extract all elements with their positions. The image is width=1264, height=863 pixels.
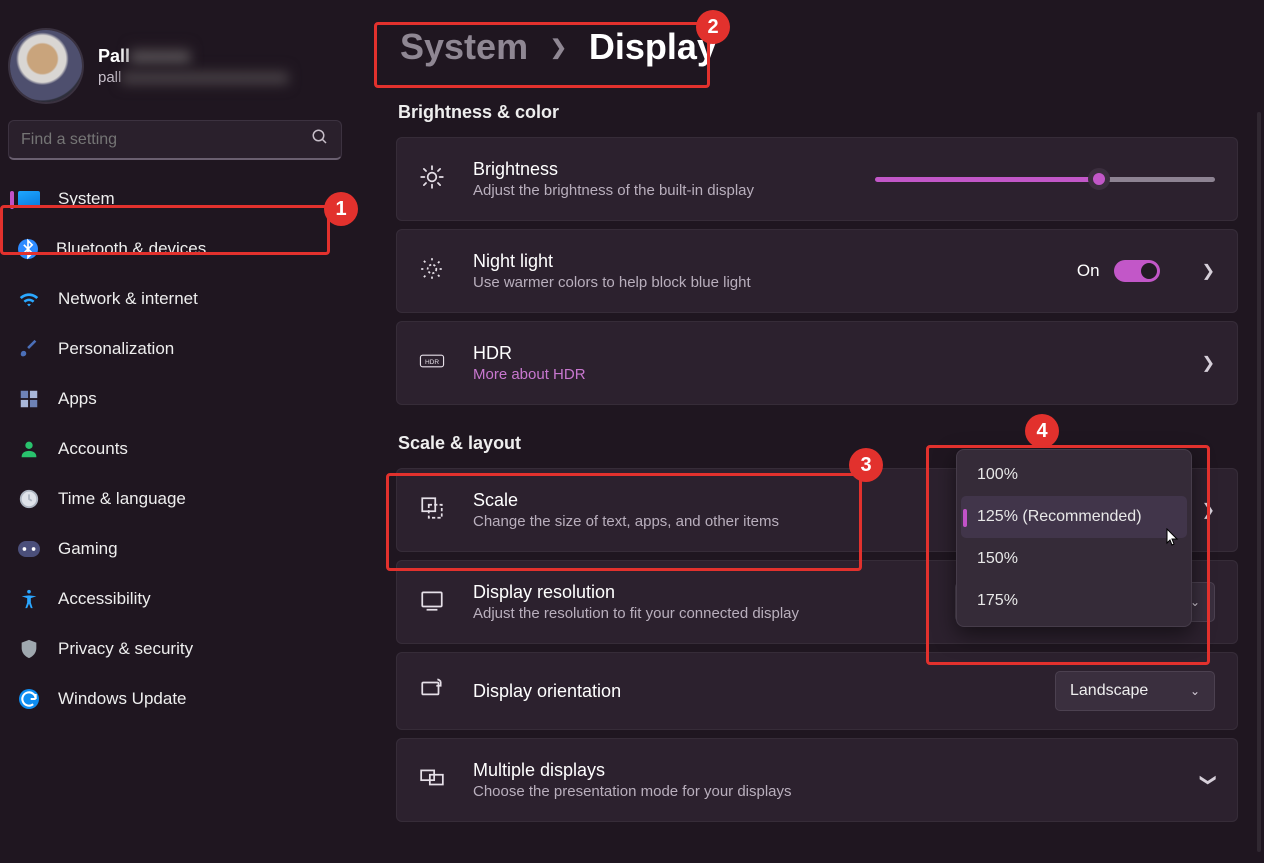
card-title: Multiple displays	[473, 760, 1160, 781]
update-icon	[18, 688, 40, 710]
scale-option-125[interactable]: 125% (Recommended)	[961, 496, 1187, 538]
search-input[interactable]	[8, 120, 342, 160]
person-icon	[18, 438, 40, 460]
section-brightness-color: Brightness & color	[398, 102, 1238, 123]
profile-row[interactable]: Pallaaaaaa pallaaaaaaaaaaaaaaaaaaaa	[8, 20, 348, 110]
card-subtitle: Adjust the brightness of the built-in di…	[473, 182, 847, 199]
main: System ❯ Display Brightness & color Brig…	[356, 0, 1264, 863]
chevron-right-icon[interactable]: ❯	[1202, 353, 1215, 373]
bluetooth-icon	[18, 239, 38, 259]
profile-email: pallaaaaaaaaaaaaaaaaaaaa	[98, 69, 342, 86]
slider-thumb[interactable]	[1088, 168, 1110, 190]
card-title: Display orientation	[473, 681, 1027, 702]
card-title: Night light	[473, 251, 1049, 272]
sidebar: Pallaaaaaa pallaaaaaaaaaaaaaaaaaaaa Syst…	[0, 0, 356, 863]
scrollbar[interactable]	[1257, 112, 1261, 852]
hdr-more-link[interactable]: More about HDR	[473, 366, 1160, 383]
orientation-dropdown[interactable]: Landscape ⌄	[1055, 671, 1215, 711]
sidebar-item-label: Accounts	[58, 439, 128, 459]
sidebar-item-personalization[interactable]: Personalization	[8, 324, 348, 374]
chevron-right-icon[interactable]: ❯	[1202, 261, 1215, 281]
search-icon	[311, 128, 329, 151]
card-orientation[interactable]: Display orientation Landscape ⌄	[396, 652, 1238, 730]
card-brightness[interactable]: Brightness Adjust the brightness of the …	[396, 137, 1238, 221]
scale-option-175[interactable]: 175%	[961, 580, 1187, 622]
card-title: Display resolution	[473, 582, 927, 603]
card-subtitle: Adjust the resolution to fit your connec…	[473, 605, 927, 622]
display-icon	[18, 188, 40, 210]
profile-text: Pallaaaaaa pallaaaaaaaaaaaaaaaaaaaa	[98, 46, 342, 86]
sidebar-item-network[interactable]: Network & internet	[8, 274, 348, 324]
card-night-light[interactable]: Night light Use warmer colors to help bl…	[396, 229, 1238, 313]
sidebar-item-label: System	[58, 189, 115, 209]
sidebar-item-label: Windows Update	[58, 689, 187, 709]
wifi-icon	[18, 288, 40, 310]
sidebar-item-label: Bluetooth & devices	[56, 239, 206, 259]
sidebar-item-apps[interactable]: Apps	[8, 374, 348, 424]
sidebar-item-privacy[interactable]: Privacy & security	[8, 624, 348, 674]
card-hdr[interactable]: HDR HDR More about HDR ❯	[396, 321, 1238, 405]
hdr-icon: HDR	[419, 351, 445, 376]
scale-option-150[interactable]: 150%	[961, 538, 1187, 580]
card-title: Scale	[473, 490, 912, 511]
card-title: HDR	[473, 343, 1160, 364]
breadcrumb-current: Display	[589, 26, 717, 68]
chevron-right-icon: ❯	[550, 35, 567, 60]
sidebar-item-system[interactable]: System	[8, 174, 348, 224]
sidebar-item-label: Gaming	[58, 539, 118, 559]
sidebar-item-gaming[interactable]: Gaming	[8, 524, 348, 574]
svg-text:HDR: HDR	[425, 358, 439, 365]
card-subtitle: Use warmer colors to help block blue lig…	[473, 274, 1049, 291]
card-multiple-displays[interactable]: Multiple displays Choose the presentatio…	[396, 738, 1238, 822]
clock-globe-icon	[18, 488, 40, 510]
night-light-toggle[interactable]	[1114, 260, 1160, 282]
profile-name: Pallaaaaaa	[98, 46, 342, 67]
apps-icon	[18, 388, 40, 410]
sidebar-item-label: Personalization	[58, 339, 174, 359]
breadcrumb: System ❯ Display	[396, 24, 1238, 74]
scale-icon	[419, 495, 445, 526]
sidebar-item-update[interactable]: Windows Update	[8, 674, 348, 724]
gamepad-icon	[18, 538, 40, 560]
multi-display-icon	[419, 765, 445, 796]
card-subtitle: Change the size of text, apps, and other…	[473, 513, 912, 530]
sidebar-item-time[interactable]: Time & language	[8, 474, 348, 524]
brush-icon	[18, 338, 40, 360]
resolution-icon	[419, 587, 445, 618]
sidebar-item-accessibility[interactable]: Accessibility	[8, 574, 348, 624]
orientation-icon	[419, 676, 445, 707]
card-subtitle: Choose the presentation mode for your di…	[473, 783, 1160, 800]
nav: System Bluetooth & devices Network & int…	[8, 174, 348, 724]
chevron-down-icon[interactable]: ❯	[1198, 773, 1218, 786]
sidebar-item-bluetooth[interactable]: Bluetooth & devices	[8, 224, 348, 274]
sidebar-item-label: Apps	[58, 389, 97, 409]
avatar[interactable]	[10, 30, 82, 102]
sidebar-item-accounts[interactable]: Accounts	[8, 424, 348, 474]
shield-icon	[18, 638, 40, 660]
sidebar-item-label: Network & internet	[58, 289, 198, 309]
sidebar-item-label: Privacy & security	[58, 639, 193, 659]
brightness-slider[interactable]	[875, 177, 1215, 182]
scale-dropdown-open[interactable]: 100% 125% (Recommended) 150% 175%	[956, 449, 1192, 627]
sun-icon	[419, 164, 445, 195]
chevron-right-icon[interactable]: ❯	[1202, 500, 1215, 520]
breadcrumb-parent[interactable]: System	[400, 26, 528, 68]
sidebar-item-label: Time & language	[58, 489, 186, 509]
chevron-down-icon: ⌄	[1190, 684, 1200, 698]
sidebar-item-label: Accessibility	[58, 589, 151, 609]
night-light-icon	[419, 256, 445, 287]
accessibility-icon	[18, 588, 40, 610]
toggle-label: On	[1077, 261, 1100, 281]
card-title: Brightness	[473, 159, 847, 180]
scale-option-100[interactable]: 100%	[961, 454, 1187, 496]
